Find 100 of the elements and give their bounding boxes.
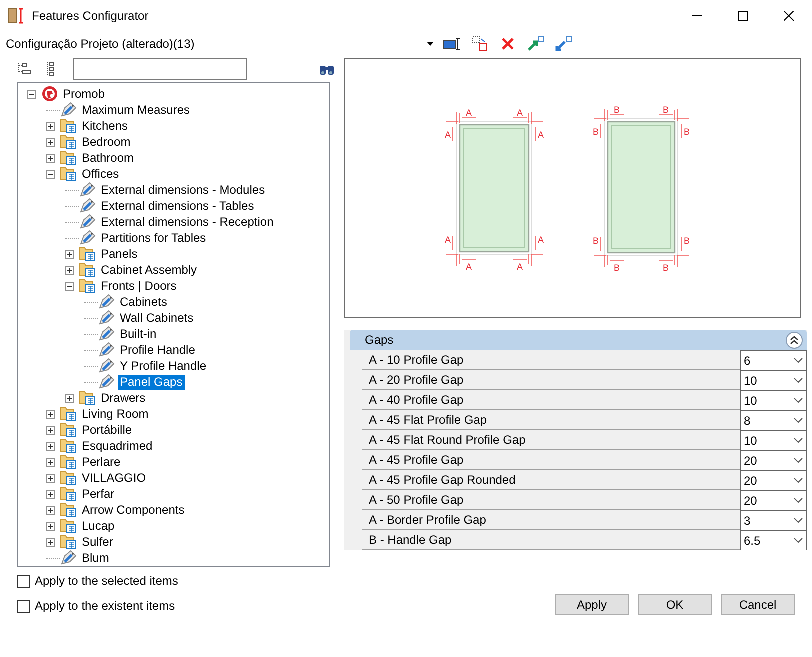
expand-toggle[interactable]	[65, 282, 74, 290]
tree-item[interactable]: Panels	[99, 246, 140, 262]
tag-icon	[60, 102, 78, 118]
tree-item[interactable]: Drawers	[99, 390, 148, 406]
dimension-label: A	[466, 262, 472, 272]
dialog-button[interactable]: Cancel	[721, 594, 795, 615]
expand-toggle[interactable]	[46, 506, 55, 514]
value-dropdown[interactable]: 10	[740, 370, 807, 390]
tree-item[interactable]: External dimensions - Tables	[99, 198, 256, 214]
folder-icon	[60, 134, 78, 150]
tag-icon	[79, 230, 97, 246]
expand-toggle[interactable]	[46, 122, 55, 130]
tree-item[interactable]: Built-in	[118, 326, 159, 342]
value-dropdown[interactable]: 6	[740, 350, 807, 370]
chevron-down-icon	[794, 358, 803, 363]
expand-toggle[interactable]	[65, 266, 74, 274]
folder-icon	[60, 166, 78, 182]
tree-item[interactable]: Cabinets	[118, 294, 170, 310]
tree-item[interactable]: External dimensions - Reception	[99, 214, 276, 230]
expand-toggle[interactable]	[46, 154, 55, 162]
chevron-down-icon	[794, 478, 803, 483]
plus-icon	[47, 458, 54, 466]
tree-item[interactable]: Esquadrimed	[80, 438, 155, 454]
tree-item[interactable]: Panel Gaps	[118, 374, 185, 390]
expand-toggle[interactable]	[46, 458, 55, 466]
expand-toggle[interactable]	[46, 170, 55, 178]
tree-item[interactable]: Partitions for Tables	[99, 230, 208, 246]
tree-item[interactable]: Offices	[80, 166, 122, 182]
chevron-down-icon	[794, 518, 803, 523]
checkbox[interactable]	[17, 600, 30, 612]
tree-item[interactable]: Arrow Components	[80, 502, 187, 518]
tree-item[interactable]: Kitchens	[80, 118, 130, 134]
plus-icon	[47, 490, 54, 498]
expand-toggle[interactable]	[46, 490, 55, 498]
expand-toggle[interactable]	[46, 474, 55, 482]
expand-toggle[interactable]	[46, 410, 55, 418]
tree-item[interactable]: Promob	[61, 86, 108, 102]
chevron-down-icon	[794, 538, 803, 543]
tree-item[interactable]: Living Room	[80, 406, 151, 422]
tree-item[interactable]: VILLAGGIO	[80, 470, 148, 486]
property-name: B - Handle Gap	[368, 532, 453, 549]
folder-icon	[60, 470, 78, 486]
expand-toggle[interactable]	[46, 538, 55, 546]
tag-icon	[79, 214, 97, 230]
copy-icon[interactable]	[470, 34, 490, 54]
tag-icon	[98, 294, 116, 310]
property-name: A - 20 Profile Gap	[368, 372, 465, 389]
plus-icon	[47, 138, 54, 146]
dimension-label: B	[684, 236, 690, 246]
expand-toggle[interactable]	[46, 426, 55, 434]
plus-icon	[47, 442, 54, 450]
expand-toggle[interactable]	[65, 250, 74, 258]
dialog-button[interactable]: OK	[638, 594, 712, 615]
tree-item[interactable]: External dimensions - Modules	[99, 182, 268, 198]
folder-icon	[60, 502, 78, 518]
value-dropdown[interactable]: 3	[740, 510, 807, 530]
expand-toggle[interactable]	[46, 442, 55, 450]
tree-item[interactable]: Maximum Measures	[80, 102, 192, 118]
value-dropdown[interactable]: 20	[740, 450, 807, 470]
chevron-down-icon	[794, 418, 803, 423]
tree-item[interactable]: Perfar	[80, 486, 117, 502]
value-dropdown[interactable]: 20	[740, 490, 807, 510]
value-dropdown[interactable]: 6.5	[740, 530, 807, 550]
tree-item[interactable]: Bedroom	[80, 134, 133, 150]
tree-item[interactable]: Portábille	[80, 422, 134, 438]
value-dropdown[interactable]: 10	[740, 390, 807, 410]
checkbox[interactable]	[17, 574, 30, 588]
value-dropdown[interactable]: 8	[740, 410, 807, 430]
expand-toggle[interactable]	[46, 522, 55, 530]
chevron-down-icon	[794, 498, 803, 503]
tree-item[interactable]: Cabinet Assembly	[99, 262, 200, 278]
tree-item[interactable]: Sulfer	[80, 534, 116, 550]
value-dropdown[interactable]: 20	[740, 470, 807, 490]
dialog-button[interactable]: Apply	[555, 594, 629, 615]
group-header: Gaps	[365, 333, 395, 347]
chevron-down-icon	[794, 398, 803, 403]
collapse-button[interactable]	[786, 332, 803, 348]
expand-toggle[interactable]	[65, 394, 74, 402]
plus-icon	[66, 250, 73, 258]
tree-item[interactable]: Profile Handle	[118, 342, 198, 358]
tree-item[interactable]: Blum	[80, 550, 112, 566]
tag-icon	[98, 342, 116, 358]
dimension-label: B	[663, 263, 669, 273]
tree-item[interactable]: Lucap	[80, 518, 117, 534]
expand-toggle[interactable]	[46, 138, 55, 146]
tree-item[interactable]: Bathroom	[80, 150, 136, 166]
tree-item[interactable]: Wall Cabinets	[118, 310, 196, 326]
plus-icon	[47, 522, 54, 530]
chevron-down-icon	[794, 438, 803, 443]
checkbox-label: Apply to the existent items	[35, 599, 176, 613]
value-dropdown[interactable]: 10	[740, 430, 807, 450]
tree-item[interactable]: Fronts | Doors	[99, 278, 179, 294]
expand-toggle[interactable]	[27, 90, 36, 98]
import-icon[interactable]	[554, 34, 574, 54]
property-name: A - 45 Flat Profile Gap	[368, 412, 488, 429]
search-field[interactable]	[73, 58, 247, 80]
folder-icon	[60, 454, 78, 470]
tree-item[interactable]: Perlare	[80, 454, 123, 470]
chevron-down-icon	[794, 458, 803, 463]
tree-item[interactable]: Y Profile Handle	[118, 358, 208, 374]
